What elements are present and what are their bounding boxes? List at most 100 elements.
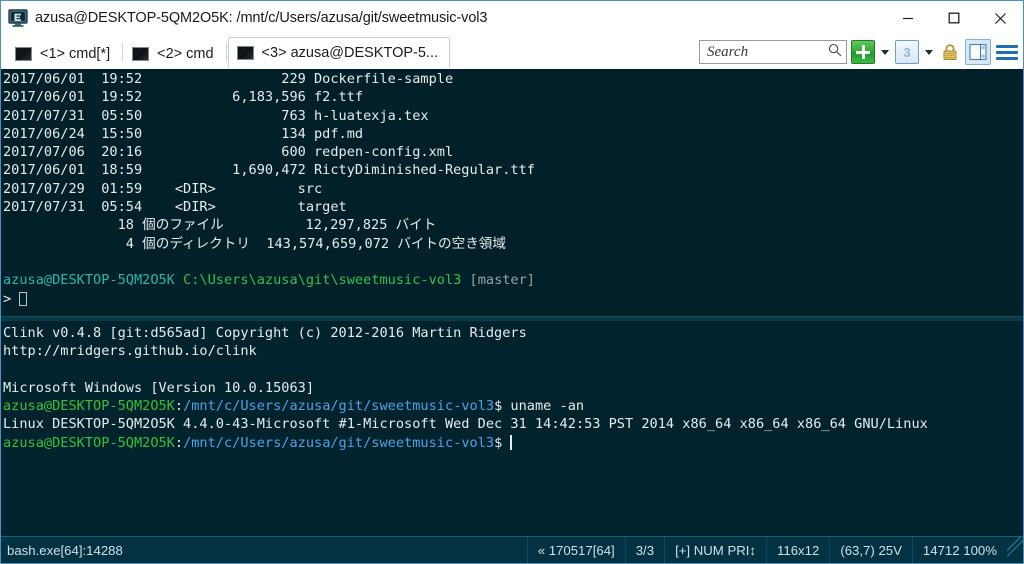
- terminal-cursor: [19, 291, 28, 306]
- tab-label: <1> cmd[*]: [40, 45, 111, 62]
- terminal-text: :: [174, 434, 184, 451]
- resize-grip[interactable]: [1007, 537, 1023, 563]
- new-console-button[interactable]: [851, 40, 875, 64]
- title-bar: azusa@DESKTOP-5QM2O5K: /mnt/c/Users/azus…: [1, 1, 1023, 35]
- window-controls: [885, 1, 1023, 35]
- hamburger-menu-icon: [996, 56, 1018, 60]
- hamburger-menu-button[interactable]: [995, 41, 1019, 63]
- status-process: bash.exe[64]:14288: [7, 542, 123, 558]
- terminal-text: 2017/06/01 19:52 229 Dockerfile-sample: [3, 71, 454, 87]
- terminal-text: azusa@DESKTOP-5QM2O5K: [3, 398, 175, 415]
- terminal-text: [master]: [469, 272, 535, 289]
- terminal-pane-bash[interactable]: Clink v0.4.8 [git:d565ad] Copyright (c) …: [1, 322, 1023, 536]
- tab-separator: [122, 41, 124, 62]
- toolbar: 3: [699, 37, 1019, 67]
- terminal-cursor: [510, 434, 513, 450]
- terminal-line: 2017/06/01 18:59 1,690,472 RictyDiminish…: [3, 161, 1021, 179]
- terminal-line: Microsoft Windows [Version 10.0.15063]: [3, 379, 1021, 397]
- new-console-dropdown[interactable]: [879, 41, 891, 63]
- plus-icon: [851, 40, 875, 64]
- terminal-text: Microsoft Windows [Version 10.0.15063]: [3, 379, 314, 396]
- tab-3[interactable]: <3> azusa@DESKTOP-5...: [227, 37, 450, 68]
- terminal-pane-cmd[interactable]: 2017/06/01 19:52 229 Dockerfile-sample 20…: [1, 69, 1023, 316]
- terminal-line: 2017/06/01 19:52 229 Dockerfile-sample: [3, 70, 1021, 88]
- lock-icon: [943, 44, 957, 60]
- terminal-text: 2017/07/31 05:54 <DIR> target: [3, 199, 347, 216]
- terminal-line: 2017/07/31 05:50 763 h-luatexja.tex: [3, 107, 1021, 125]
- terminal-line: azusa@DESKTOP-5QM2O5K C:\Users\azusa\git…: [3, 271, 1021, 289]
- terminal-line: 2017/07/29 01:59 <DIR> src: [3, 180, 1021, 198]
- close-button[interactable]: [977, 1, 1023, 35]
- status-cell[interactable]: « 170517[64]: [526, 537, 625, 563]
- chevron-down-icon: [881, 49, 889, 55]
- terminal-line: 2017/07/06 20:16 600 redpen-config.xml: [3, 143, 1021, 161]
- terminal-line: 2017/06/24 15:50 134 pdf.md: [3, 125, 1021, 143]
- status-cell[interactable]: 116x12: [766, 537, 829, 563]
- status-cells: « 170517[64] 3/3 [+] NUM PRI↕ 116x12 (63,7) …: [526, 537, 1007, 563]
- tab-2[interactable]: <2> cmd: [124, 39, 225, 68]
- status-bar: bash.exe[64]:14288 « 170517[64] 3/3 [+] NU…: [1, 536, 1023, 563]
- terminal-text: 4 個のディレクトリ 143,574,659,072 バイトの空き領域: [3, 235, 506, 252]
- console-count-button[interactable]: 3: [895, 40, 919, 64]
- terminal-line: Linux DESKTOP-5QM2O5K 4.4.0-43-Microsoft…: [3, 415, 1021, 433]
- status-cell[interactable]: 14712 100%: [911, 537, 1007, 563]
- terminal-line: http://mridgers.github.io/clink: [3, 342, 1021, 360]
- split-pane-button[interactable]: [965, 39, 991, 65]
- terminal-line: Clink v0.4.8 [git:d565ad] Copyright (c) …: [3, 324, 1021, 342]
- status-cell[interactable]: [+] NUM PRI↕: [664, 537, 766, 563]
- terminal-text: 2017/07/06 20:16 600 redpen-config.xml: [3, 144, 454, 161]
- search-box[interactable]: [699, 40, 847, 64]
- terminal-text: $ uname -an: [494, 398, 585, 415]
- terminal-line: >: [3, 290, 1021, 308]
- terminal-area: 2017/06/01 19:52 229 Dockerfile-sample 20…: [1, 69, 1023, 536]
- console-count-label: 3: [895, 40, 919, 64]
- terminal-line: 18 個のファイル 12,297,825 バイト: [3, 216, 1021, 234]
- tab-separator: [225, 41, 227, 62]
- terminal-text: $: [494, 434, 511, 451]
- terminal-text: C:\Users\azusa\git\sweetmusic-vol3: [183, 272, 462, 289]
- terminal-text: 2017/07/29 01:59 <DIR> src: [3, 180, 323, 197]
- terminal-text: Clink v0.4.8 [git:d565ad] Copyright (c) …: [3, 325, 527, 341]
- terminal-text: >: [3, 290, 20, 307]
- terminal-text: http://mridgers.github.io/clink: [3, 343, 257, 360]
- terminal-line: azusa@DESKTOP-5QM2O5K:/mnt/c/Users/azusa…: [3, 434, 1021, 452]
- terminal-line: 4 個のディレクトリ 143,574,659,072 バイトの空き領域: [3, 235, 1021, 253]
- terminal-text: 2017/06/01 18:59 1,690,472 RictyDiminish…: [3, 162, 535, 179]
- terminal-text: 18 個のファイル 12,297,825 バイト: [3, 217, 437, 234]
- conemu-window: azusa@DESKTOP-5QM2O5K: /mnt/c/Users/azus…: [0, 0, 1024, 564]
- terminal-text: 2017/06/01 19:52 6,183,596 f2.ttf: [3, 89, 364, 106]
- terminal-text: 2017/07/31 05:50 763 h-luatexja.tex: [3, 107, 429, 124]
- terminal-text: /mnt/c/Users/azusa/git/sweetmusic-vol3: [183, 398, 495, 415]
- status-cell[interactable]: (63,7) 25V: [829, 537, 912, 563]
- tab-label: <2> cmd: [157, 45, 214, 62]
- minimize-button[interactable]: [885, 1, 931, 35]
- terminal-text: 2017/06/24 15:50 134 pdf.md: [3, 125, 364, 142]
- terminal-text: azusa@DESKTOP-5QM2O5K: [3, 434, 175, 451]
- tab-1[interactable]: <1> cmd[*]: [7, 39, 122, 68]
- terminal-line: azusa@DESKTOP-5QM2O5K:/mnt/c/Users/azusa…: [3, 397, 1021, 415]
- tab-list: <1> cmd[*] <2> cmd <3> azusa@DESKTOP-5..…: [1, 35, 450, 68]
- search-input[interactable]: [707, 43, 828, 61]
- hamburger-menu-icon: [996, 44, 1018, 48]
- conemu-monitor-icon: [8, 9, 28, 27]
- console-icon: [236, 46, 254, 60]
- maximize-button[interactable]: [931, 1, 977, 35]
- hamburger-menu-icon: [996, 50, 1018, 54]
- terminal-line: 2017/06/01 19:52 6,183,596 f2.ttf: [3, 88, 1021, 106]
- status-cell[interactable]: 3/3: [624, 537, 664, 563]
- console-list-dropdown[interactable]: [923, 41, 935, 63]
- console-icon: [132, 46, 150, 61]
- search-icon: [828, 43, 842, 62]
- lock-button[interactable]: [939, 41, 961, 63]
- terminal-text: Linux DESKTOP-5QM2O5K 4.4.0-43-Microsoft…: [3, 416, 928, 433]
- window-title: azusa@DESKTOP-5QM2O5K: /mnt/c/Users/azus…: [35, 10, 488, 26]
- chevron-down-icon: [925, 49, 933, 55]
- tab-label: <3> azusa@DESKTOP-5...: [261, 45, 438, 61]
- terminal-text: azusa@DESKTOP-5QM2O5K: [3, 272, 175, 289]
- console-icon: [15, 46, 32, 61]
- terminal-text: :: [174, 398, 184, 415]
